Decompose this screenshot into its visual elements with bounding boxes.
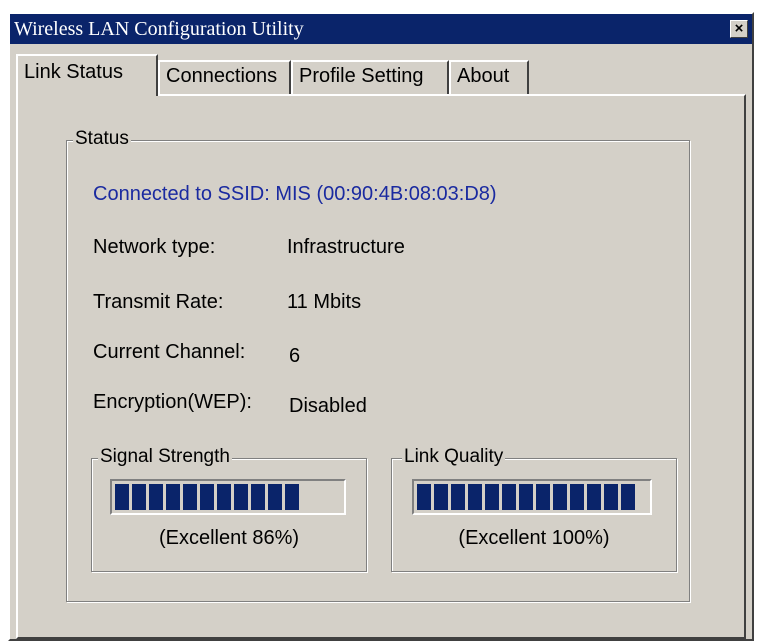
network-type-label: Network type:: [93, 236, 216, 258]
link-quality-label: Link Quality: [402, 446, 506, 468]
link-quality-block: [502, 484, 516, 510]
link-status-panel: Status Connected to SSID: MIS (00:90:4B:…: [16, 94, 746, 639]
signal-strength-label: Signal Strength: [98, 446, 232, 468]
signal-strength-block: [115, 484, 129, 510]
tab-label: Profile Setting: [299, 65, 424, 87]
link-quality-block: [604, 484, 618, 510]
link-quality-group: Link Quality (Excellent 100%): [391, 446, 677, 572]
link-quality-block: [587, 484, 601, 510]
transmit-rate-label: Transmit Rate:: [93, 291, 224, 313]
network-type-value: Infrastructure: [287, 236, 405, 258]
tab-label: Connections: [166, 65, 278, 87]
tab-profile-setting[interactable]: Profile Setting: [291, 60, 449, 94]
link-quality-block: [485, 484, 499, 510]
signal-strength-block: [166, 484, 180, 510]
tab-about[interactable]: About: [449, 60, 529, 94]
link-quality-block: [468, 484, 482, 510]
signal-strength-bar: [110, 479, 346, 515]
window-title: Wireless LAN Configuration Utility: [14, 18, 304, 40]
status-group: Status Connected to SSID: MIS (00:90:4B:…: [66, 128, 690, 602]
current-channel-value: 6: [289, 345, 301, 367]
link-quality-block: [621, 484, 635, 510]
encryption-label: Encryption(WEP):: [93, 391, 252, 413]
signal-strength-block: [183, 484, 197, 510]
title-bar[interactable]: Wireless LAN Configuration Utility ×: [10, 14, 752, 44]
signal-strength-block: [251, 484, 265, 510]
link-quality-block: [519, 484, 533, 510]
signal-strength-block: [234, 484, 248, 510]
signal-strength-caption: (Excellent 86%): [158, 527, 300, 549]
signal-strength-block: [200, 484, 214, 510]
link-quality-block: [570, 484, 584, 510]
signal-strength-block: [285, 484, 299, 510]
signal-strength-fill: [115, 484, 299, 510]
current-channel-label: Current Channel:: [93, 341, 246, 363]
link-quality-caption: (Excellent 100%): [458, 527, 610, 549]
link-quality-block: [417, 484, 431, 510]
signal-strength-group: Signal Strength (Excellent 86%): [91, 446, 367, 572]
transmit-rate-value: 11 Mbits: [287, 291, 362, 313]
tab-link-status[interactable]: Link Status: [16, 54, 158, 96]
link-quality-bar: [412, 479, 652, 515]
close-icon: ×: [734, 20, 744, 37]
tab-connections[interactable]: Connections: [158, 60, 291, 94]
link-quality-block: [434, 484, 448, 510]
link-quality-block: [553, 484, 567, 510]
connected-ssid-text: Connected to SSID: MIS (00:90:4B:08:03:D…: [93, 183, 497, 205]
signal-strength-block: [149, 484, 163, 510]
link-quality-block: [536, 484, 550, 510]
signal-strength-block: [268, 484, 282, 510]
status-group-label: Status: [73, 128, 131, 150]
tab-label: About: [457, 65, 510, 87]
encryption-value: Disabled: [289, 395, 367, 417]
main-window: Wireless LAN Configuration Utility × Lin…: [8, 12, 754, 641]
signal-strength-block: [132, 484, 146, 510]
link-quality-fill: [417, 484, 635, 510]
signal-strength-block: [217, 484, 231, 510]
link-quality-block: [451, 484, 465, 510]
tab-label: Link Status: [24, 61, 123, 83]
close-button[interactable]: ×: [730, 20, 748, 38]
